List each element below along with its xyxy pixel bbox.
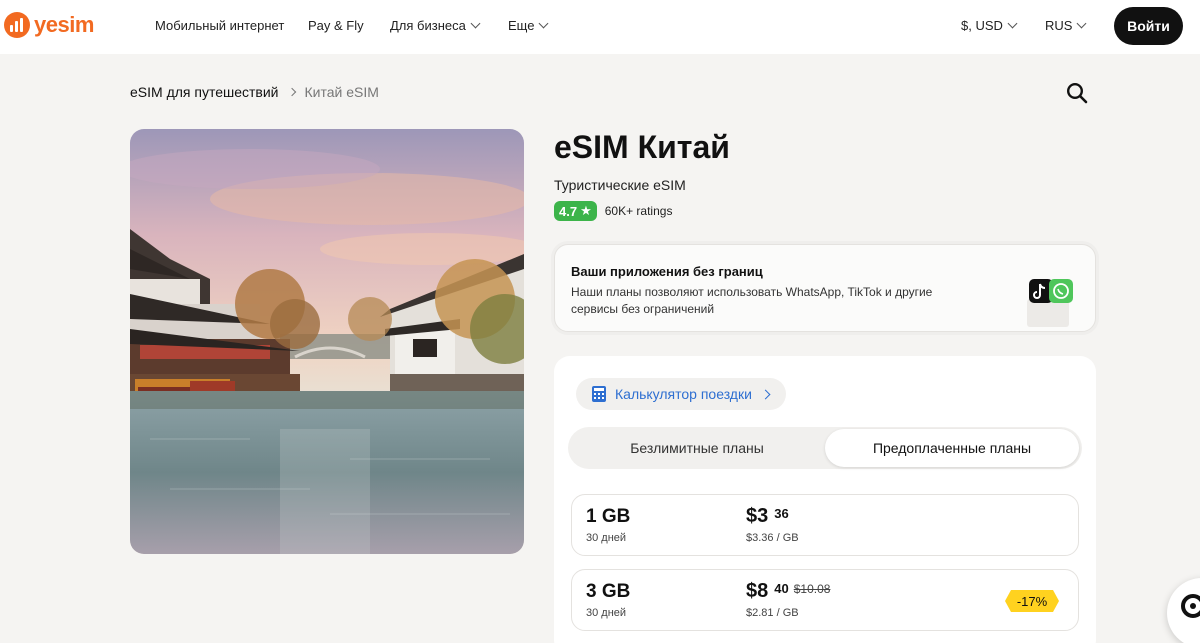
whatsapp-icon xyxy=(1049,279,1073,303)
destination-photo xyxy=(130,129,524,554)
support-chat-button[interactable] xyxy=(1167,578,1200,643)
price-minor: 40 xyxy=(774,581,789,596)
plan-duration: 30 дней xyxy=(586,532,627,544)
apps-icons xyxy=(1027,279,1073,327)
plan-price: $8 40 $10.08 xyxy=(746,580,830,603)
trip-calculator-button[interactable]: Калькулятор поездки xyxy=(576,378,786,410)
discount-badge: -17% xyxy=(1005,590,1059,612)
chevron-down-icon xyxy=(1077,18,1087,29)
apps-without-borders-card: Ваши приложения без границ Наши планы по… xyxy=(554,244,1096,332)
nav-for-business[interactable]: Для бизнеса xyxy=(390,18,481,33)
chevron-down-icon xyxy=(1007,18,1018,29)
chat-icon xyxy=(1181,594,1200,618)
plan-card-3gb[interactable]: 3 GB 30 дней $8 40 $10.08 $2.81 / GB -17… xyxy=(571,569,1079,631)
language-selector[interactable]: RUS xyxy=(1045,18,1087,33)
login-button[interactable]: Войти xyxy=(1114,7,1183,45)
currency-selector[interactable]: $, USD xyxy=(961,18,1018,33)
nav-mobile-internet[interactable]: Мобильный интернет xyxy=(155,18,284,33)
breadcrumb: eSIM для путешествий Китай eSIM xyxy=(130,84,379,100)
ratings-count: 60K+ ratings xyxy=(604,204,673,218)
price-major: $3 xyxy=(746,505,769,527)
plan-data-amount: 3 GB xyxy=(586,581,631,602)
nav-label: Pay & Fly xyxy=(308,18,364,33)
search-icon[interactable] xyxy=(1066,82,1088,104)
plan-type-tabs: Безлимитные планы Предоплаченные планы xyxy=(568,427,1082,469)
apps-card-description: Наши планы позволяют использовать WhatsA… xyxy=(571,285,933,316)
product-subtitle: Туристические eSIM xyxy=(554,177,686,193)
chevron-down-icon xyxy=(539,18,549,29)
currency-label: $, USD xyxy=(961,18,1003,33)
nav-label: Мобильный интернет xyxy=(155,18,285,33)
breadcrumb-current: Китай eSIM xyxy=(304,84,379,100)
chevron-right-icon xyxy=(287,87,296,97)
plan-duration: 30 дней xyxy=(586,607,627,619)
plan-price-per-gb: $3.36 / GB xyxy=(746,532,799,544)
plan-price-per-gb: $2.81 / GB xyxy=(746,607,799,619)
breadcrumb-root-link[interactable]: eSIM для путешествий xyxy=(130,84,279,100)
nav-more[interactable]: Еще xyxy=(508,18,549,33)
calculator-icon xyxy=(592,386,606,402)
nav-label: Для бизнеса xyxy=(390,18,466,33)
nav-pay-and-fly[interactable]: Pay & Fly xyxy=(308,18,364,33)
chevron-right-icon xyxy=(760,389,771,399)
rating-badge: 4.7 ★ xyxy=(554,201,597,221)
plans-panel: Калькулятор поездки Безлимитные планы Пр… xyxy=(554,356,1096,643)
page-title: eSIM Китай xyxy=(554,129,730,165)
rating-value: 4.7 xyxy=(559,203,578,219)
apps-card-title: Ваши приложения без границ xyxy=(571,264,763,279)
trip-calculator-label: Калькулятор поездки xyxy=(615,386,752,402)
tab-unlimited-plans[interactable]: Безлимитные планы xyxy=(570,429,824,467)
tab-prepaid-plans[interactable]: Предоплаченные планы xyxy=(825,429,1079,467)
logo-text: yesim xyxy=(34,12,94,37)
logo-icon xyxy=(4,12,30,38)
plan-card-1gb[interactable]: 1 GB 30 дней $3 36 $3.36 / GB xyxy=(571,494,1079,556)
top-navbar: yesim Мобильный интернет Pay & Fly Для б… xyxy=(0,0,1200,54)
rating-row: 4.7 ★ 60K+ ratings xyxy=(554,201,672,221)
price-minor: 36 xyxy=(774,506,789,521)
old-price: $10.08 xyxy=(793,582,831,596)
price-major: $8 xyxy=(746,580,769,602)
language-label: RUS xyxy=(1045,18,1073,33)
yesim-logo[interactable]: yesim xyxy=(4,12,94,38)
plan-data-amount: 1 GB xyxy=(586,506,631,527)
chevron-down-icon xyxy=(470,18,481,29)
star-icon: ★ xyxy=(580,203,592,218)
nav-label: Еще xyxy=(508,18,535,33)
plan-price: $3 36 xyxy=(746,505,789,528)
